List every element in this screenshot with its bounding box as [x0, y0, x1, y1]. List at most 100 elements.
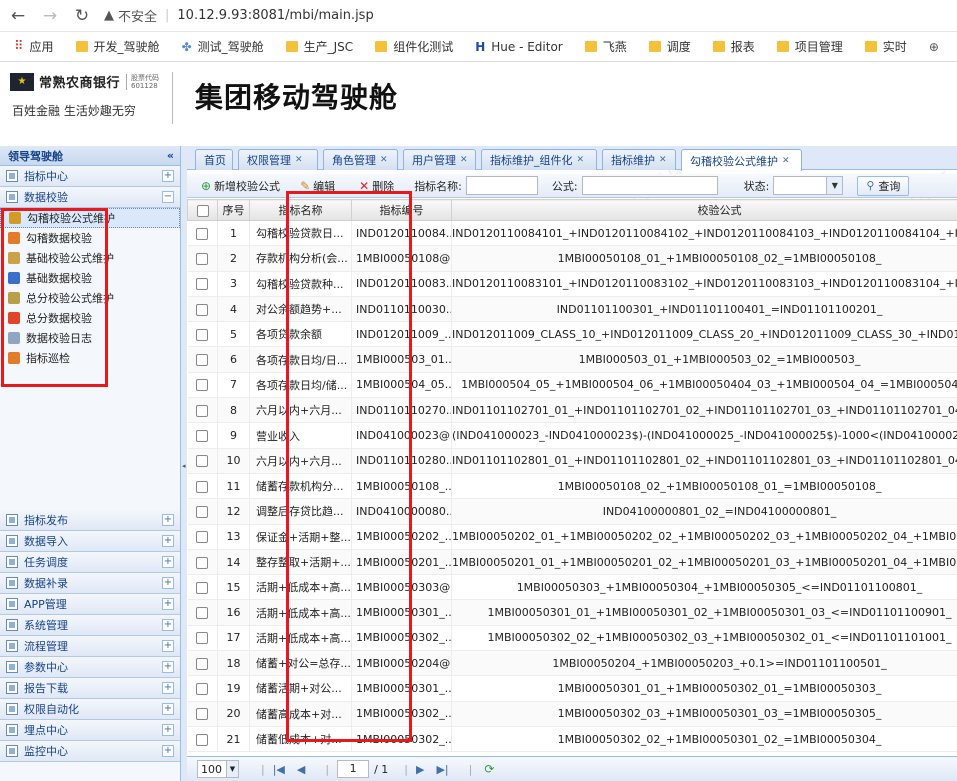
table-row[interactable]: 18 储蓄+对公=总存... 1MBI00050204@... 1MBI0005020… [187, 650, 957, 677]
next-page-icon[interactable]: ▶ [416, 763, 424, 776]
table-row[interactable]: 17 活期+低成本+高... 1MBI00050302_... 1MBI0005030… [187, 625, 957, 652]
expand-toggle-icon[interactable]: + [162, 577, 174, 589]
row-checkbox[interactable] [196, 682, 209, 695]
table-row[interactable]: 13 保证金+活期+整... 1MBI00050202_... 1MBI0005020… [187, 524, 957, 550]
table-row[interactable]: 11 储蓄存款机构分... 1MBI00050108_... 1MBI00050108… [187, 473, 957, 500]
column-header-indicator-code[interactable]: 指标编号 [351, 199, 452, 221]
row-checkbox-cell[interactable] [187, 321, 218, 348]
row-checkbox-cell[interactable] [187, 220, 218, 247]
bookmark-item[interactable]: ✤ 测试_驾驶舱 [182, 38, 264, 55]
expand-toggle-icon[interactable]: + [162, 556, 174, 568]
page-size-select[interactable]: 100 ▼ [197, 760, 239, 778]
sidebar-group[interactable]: 报告下载 + [0, 678, 180, 699]
tab-item[interactable]: 角色管理 ✕ [323, 149, 398, 170]
bookmark-item[interactable]: 飞燕 [584, 38, 627, 55]
delete-button[interactable]: ✕ 删除 [359, 178, 394, 194]
sidebar-group[interactable]: 数据导入 + [0, 531, 180, 552]
sidebar-item[interactable]: 基础数据校验 [0, 268, 180, 288]
column-header-indicator-name[interactable]: 指标名称 [249, 199, 352, 221]
globe-icon[interactable]: ⊕ [929, 40, 939, 54]
table-row[interactable]: 10 六月以内+六月... IND0110110280... IND011011028… [187, 448, 957, 474]
row-checkbox-cell[interactable] [187, 448, 218, 474]
table-row[interactable]: 14 整存整取+活期+... 1MBI00050201_... 1MBI0005020… [187, 549, 957, 576]
sidebar-group[interactable]: APP管理 + [0, 594, 180, 615]
table-row[interactable]: 5 各项贷款余额 IND012011009_... IND012011009_CLAS… [187, 321, 957, 348]
row-checkbox-cell[interactable] [187, 599, 218, 626]
close-icon[interactable]: ✕ [782, 156, 790, 166]
sidebar-group[interactable]: 埋点中心 + [0, 720, 180, 741]
refresh-icon[interactable]: ⟳ [484, 762, 494, 776]
row-checkbox-cell[interactable] [187, 245, 218, 272]
row-checkbox[interactable] [196, 581, 209, 594]
column-header-index[interactable]: 序号 [217, 199, 250, 221]
bookmark-item[interactable]: 组件化测试 [375, 38, 453, 55]
select-all-checkbox[interactable] [196, 204, 209, 217]
sidebar-item[interactable]: 指标巡检 [0, 348, 180, 368]
row-checkbox-cell[interactable] [187, 650, 218, 677]
row-checkbox-cell[interactable] [187, 473, 218, 500]
table-row[interactable]: 6 各项存款日均/日... 1MBI000503_01... 1MBI000503_0… [187, 346, 957, 373]
splitter-arrow-icon[interactable]: ◂ [182, 462, 186, 470]
row-checkbox[interactable] [196, 303, 209, 316]
expand-toggle-icon[interactable]: + [162, 724, 174, 736]
row-checkbox[interactable] [196, 556, 209, 569]
expand-toggle-icon[interactable]: + [162, 535, 174, 547]
sidebar-group[interactable]: 指标发布 + [0, 510, 180, 531]
sidebar-item[interactable]: 总分数据校验 [0, 308, 180, 328]
expand-toggle-icon[interactable]: + [162, 703, 174, 715]
indicator-name-input[interactable] [465, 176, 538, 195]
expand-toggle-icon[interactable]: + [162, 745, 174, 757]
bookmark-item[interactable]: 报表 [712, 38, 755, 55]
bookmark-item[interactable]: 项目管理 [776, 38, 843, 55]
row-checkbox[interactable] [196, 657, 209, 670]
table-row[interactable]: 8 六月以内+六月... IND0110110270... IND0110110270… [187, 397, 957, 424]
row-checkbox-cell[interactable] [187, 625, 218, 652]
tab-item[interactable]: 指标维护_组件化 ✕ [481, 149, 597, 170]
tab-item[interactable]: 首页 [195, 149, 233, 170]
select-all-checkbox-header[interactable] [187, 199, 218, 221]
bookmark-item[interactable]: 生产_JSC [285, 38, 353, 55]
reload-icon[interactable]: ↻ [68, 2, 96, 30]
table-row[interactable]: 15 活期+低成本+高... 1MBI00050303@... 1MBI0005030… [187, 574, 957, 601]
row-checkbox[interactable] [196, 430, 209, 443]
row-checkbox[interactable] [196, 354, 209, 367]
row-checkbox[interactable] [196, 607, 209, 620]
first-page-icon[interactable]: |◀ [273, 763, 285, 776]
prev-page-icon[interactable]: ◀ [297, 763, 305, 776]
row-checkbox-cell[interactable] [187, 549, 218, 576]
bookmark-item[interactable]: 开发_驾驶舱 [75, 38, 160, 55]
table-row[interactable]: 7 各项存款日均/储... 1MBI000504_05... 1MBI000504_0… [187, 372, 957, 399]
row-checkbox[interactable] [196, 379, 209, 392]
row-checkbox-cell[interactable] [187, 574, 218, 601]
sidebar-group[interactable]: 数据校验 − [0, 187, 180, 208]
tab-item[interactable]: 权限管理 ✕ [238, 149, 318, 170]
row-checkbox[interactable] [196, 455, 209, 468]
sidebar-group[interactable]: 参数中心 + [0, 657, 180, 678]
bookmark-item[interactable]: ⠿ 应用 [14, 38, 54, 55]
collapse-double-chevron-icon[interactable]: « [167, 149, 174, 162]
sidebar-item[interactable]: 勾稽校验公式维护 [0, 208, 180, 228]
row-checkbox-cell[interactable] [187, 346, 218, 373]
bookmark-item[interactable]: 实时 [864, 38, 907, 55]
current-page-input[interactable]: 1 [337, 760, 370, 778]
row-checkbox[interactable] [196, 480, 209, 493]
row-checkbox-cell[interactable] [187, 726, 218, 753]
formula-input[interactable] [581, 176, 718, 195]
status-select[interactable]: ▼ [773, 176, 844, 195]
row-checkbox-cell[interactable] [187, 422, 218, 449]
sidebar-group[interactable]: 任务调度 + [0, 552, 180, 573]
row-checkbox[interactable] [196, 252, 209, 265]
table-row[interactable]: 2 存款机构分析(会... 1MBI00050108@... 1MBI00050108… [187, 245, 957, 272]
expand-toggle-icon[interactable]: + [162, 682, 174, 694]
add-formula-button[interactable]: ⊕ 新增校验公式 [201, 178, 280, 194]
row-checkbox-cell[interactable] [187, 701, 218, 727]
sidebar-item[interactable]: 总分校验公式维护 [0, 288, 180, 308]
sidebar-group[interactable]: 流程管理 + [0, 636, 180, 657]
table-row[interactable]: 3 勾稽校验贷款种... IND0120110083... IND0120110083… [187, 271, 957, 297]
row-checkbox-cell[interactable] [187, 397, 218, 424]
tab-item[interactable]: 勾稽校验公式维护 ✕ [681, 149, 802, 171]
expand-toggle-icon[interactable]: − [162, 191, 174, 203]
sidebar-item[interactable]: 基础校验公式维护 [0, 248, 180, 268]
row-checkbox[interactable] [196, 505, 209, 518]
url-input[interactable]: ▲ 不安全 | 10.12.9.93:8081/mbi/main.jsp [104, 3, 957, 29]
